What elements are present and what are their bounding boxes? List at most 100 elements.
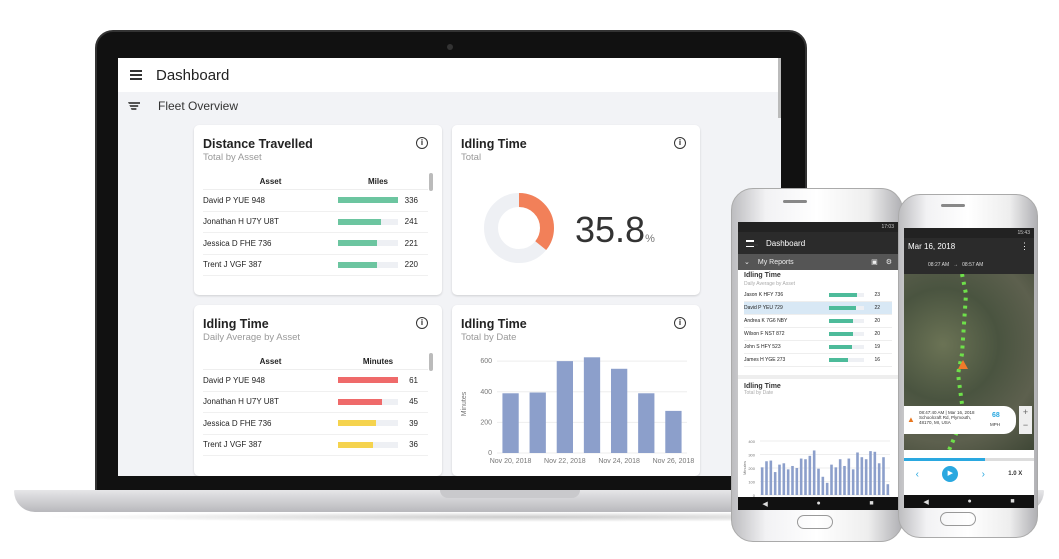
home-icon[interactable]: ● bbox=[816, 500, 820, 507]
bar[interactable] bbox=[873, 451, 877, 495]
card-title: Distance Travelled bbox=[203, 137, 313, 151]
bar[interactable] bbox=[611, 368, 628, 453]
bar[interactable] bbox=[851, 469, 855, 495]
table-row[interactable]: Jonathan H U7Y U8T 45 bbox=[203, 392, 428, 413]
table-row[interactable]: Jessica D FHE 736 39 bbox=[203, 413, 428, 435]
bar[interactable] bbox=[583, 357, 601, 453]
table-row[interactable]: David P YUE 948 336 bbox=[203, 190, 428, 212]
table-row[interactable]: Jonathan H U7Y U8T 241 bbox=[203, 212, 428, 233]
distance-table: Asset Miles David P YUE 948 336 Jonathan H … bbox=[203, 173, 428, 276]
zoom-in-button[interactable]: + bbox=[1019, 406, 1032, 419]
bar[interactable] bbox=[638, 393, 655, 453]
playback-speed[interactable]: 1.0 X bbox=[1008, 471, 1022, 477]
bar[interactable] bbox=[556, 361, 573, 453]
bar[interactable] bbox=[882, 457, 885, 495]
bar[interactable] bbox=[765, 461, 768, 495]
bar[interactable] bbox=[529, 392, 546, 453]
value-bar bbox=[829, 319, 864, 323]
bar[interactable] bbox=[778, 464, 781, 495]
bar[interactable] bbox=[782, 463, 786, 495]
table-row[interactable]: Wilson F NST 872 20 bbox=[744, 328, 892, 341]
bar[interactable] bbox=[808, 455, 812, 495]
hamburger-icon[interactable] bbox=[130, 70, 142, 80]
value: 20 bbox=[874, 318, 880, 324]
next-icon[interactable]: › bbox=[982, 469, 985, 480]
filter-icon[interactable] bbox=[128, 102, 140, 110]
bar[interactable] bbox=[812, 450, 816, 495]
recents-icon[interactable]: ■ bbox=[1010, 498, 1014, 505]
table-row[interactable]: Jason K HFY 736 23 bbox=[744, 289, 892, 302]
table-row[interactable]: Jessica D FHE 736 221 bbox=[203, 233, 428, 255]
previous-icon[interactable]: ‹ bbox=[916, 469, 919, 480]
laptop-notch bbox=[440, 490, 580, 498]
satellite-map[interactable]: ▲ 08:47:40 AM | Mar 16, 2018 Schoolcraft… bbox=[904, 274, 1034, 450]
y-tick-label: 100 bbox=[748, 480, 755, 485]
zoom-out-button[interactable]: − bbox=[1019, 419, 1032, 432]
bar[interactable] bbox=[869, 451, 872, 495]
table-row[interactable]: Trent J VGF 387 36 bbox=[203, 435, 428, 456]
card-title: Idling Time bbox=[461, 317, 527, 331]
recents-icon[interactable]: ■ bbox=[869, 500, 873, 507]
bar[interactable] bbox=[773, 472, 777, 495]
bar[interactable] bbox=[791, 465, 794, 495]
value: 241 bbox=[404, 217, 418, 227]
asset-name: John S HFY 523 bbox=[744, 344, 781, 350]
value-bar bbox=[829, 332, 864, 336]
bar[interactable] bbox=[804, 459, 807, 495]
value-bar-fill bbox=[338, 441, 374, 448]
table-row[interactable]: Trent J VGF 387 220 bbox=[203, 255, 428, 276]
asset-name: David P YUE 948 bbox=[203, 375, 265, 385]
bar[interactable] bbox=[502, 393, 519, 453]
trip-header: Mar 16, 2018 ⋮ 08:27 AM → 08:57 AM bbox=[904, 238, 1034, 274]
bar[interactable] bbox=[856, 452, 859, 495]
chevron-down-icon[interactable]: ⌄ bbox=[744, 258, 750, 266]
card-subtitle: Total by Date bbox=[461, 332, 517, 343]
bar[interactable] bbox=[817, 468, 820, 495]
bar[interactable] bbox=[860, 457, 864, 495]
table-row[interactable]: John S HFY 523 19 bbox=[744, 341, 892, 354]
scrollbar[interactable] bbox=[429, 353, 433, 371]
bar[interactable] bbox=[825, 482, 829, 495]
value: 19 bbox=[874, 344, 880, 350]
x-tick-label: Nov 26, 2018 bbox=[653, 458, 695, 465]
playback-slider[interactable] bbox=[904, 458, 1034, 461]
reports-bar[interactable]: ⌄ My Reports ▣ ⚙ bbox=[738, 254, 898, 270]
bar[interactable] bbox=[760, 467, 764, 495]
table-row[interactable]: David P YUE 948 61 bbox=[203, 370, 428, 392]
card-title: Idling Time bbox=[744, 383, 781, 390]
bar[interactable] bbox=[799, 458, 803, 495]
bar[interactable] bbox=[864, 459, 868, 495]
home-icon[interactable]: ● bbox=[967, 498, 971, 505]
back-icon[interactable]: ◀ bbox=[923, 498, 928, 506]
gear-icon[interactable]: ⚙ bbox=[886, 258, 892, 266]
more-icon[interactable]: ⋮ bbox=[1020, 241, 1029, 252]
column-header: Miles bbox=[367, 176, 388, 186]
bar[interactable] bbox=[847, 458, 851, 495]
bar[interactable] bbox=[769, 460, 773, 495]
bar[interactable] bbox=[821, 476, 825, 495]
bar[interactable] bbox=[843, 465, 846, 495]
trip-time-range: 08:27 AM → 08:57 AM bbox=[928, 262, 983, 268]
info-icon[interactable]: i bbox=[416, 137, 428, 149]
play-button[interactable]: ▶ bbox=[942, 466, 959, 482]
table-row[interactable]: Andrea K 7G6 NBY 20 bbox=[744, 315, 892, 328]
scrollbar[interactable] bbox=[429, 173, 433, 191]
phone-home-button[interactable] bbox=[797, 515, 833, 529]
table-row[interactable]: David P YEU 729 22 bbox=[744, 302, 892, 315]
info-icon[interactable]: i bbox=[674, 317, 686, 329]
calendar-icon[interactable]: ▣ bbox=[871, 258, 878, 266]
bar[interactable] bbox=[830, 464, 833, 495]
bar[interactable] bbox=[886, 484, 890, 495]
info-icon[interactable]: i bbox=[416, 317, 428, 329]
back-icon[interactable]: ◀ bbox=[762, 500, 767, 508]
bar[interactable] bbox=[795, 468, 799, 495]
hamburger-icon[interactable] bbox=[746, 239, 758, 247]
bar[interactable] bbox=[786, 469, 790, 495]
bar[interactable] bbox=[838, 459, 842, 495]
table-row[interactable]: James H YGE 273 16 bbox=[744, 354, 892, 367]
bar[interactable] bbox=[834, 467, 838, 495]
bar[interactable] bbox=[665, 410, 682, 453]
bar[interactable] bbox=[877, 463, 881, 495]
phone-home-button[interactable] bbox=[940, 512, 976, 526]
info-icon[interactable]: i bbox=[674, 137, 686, 149]
